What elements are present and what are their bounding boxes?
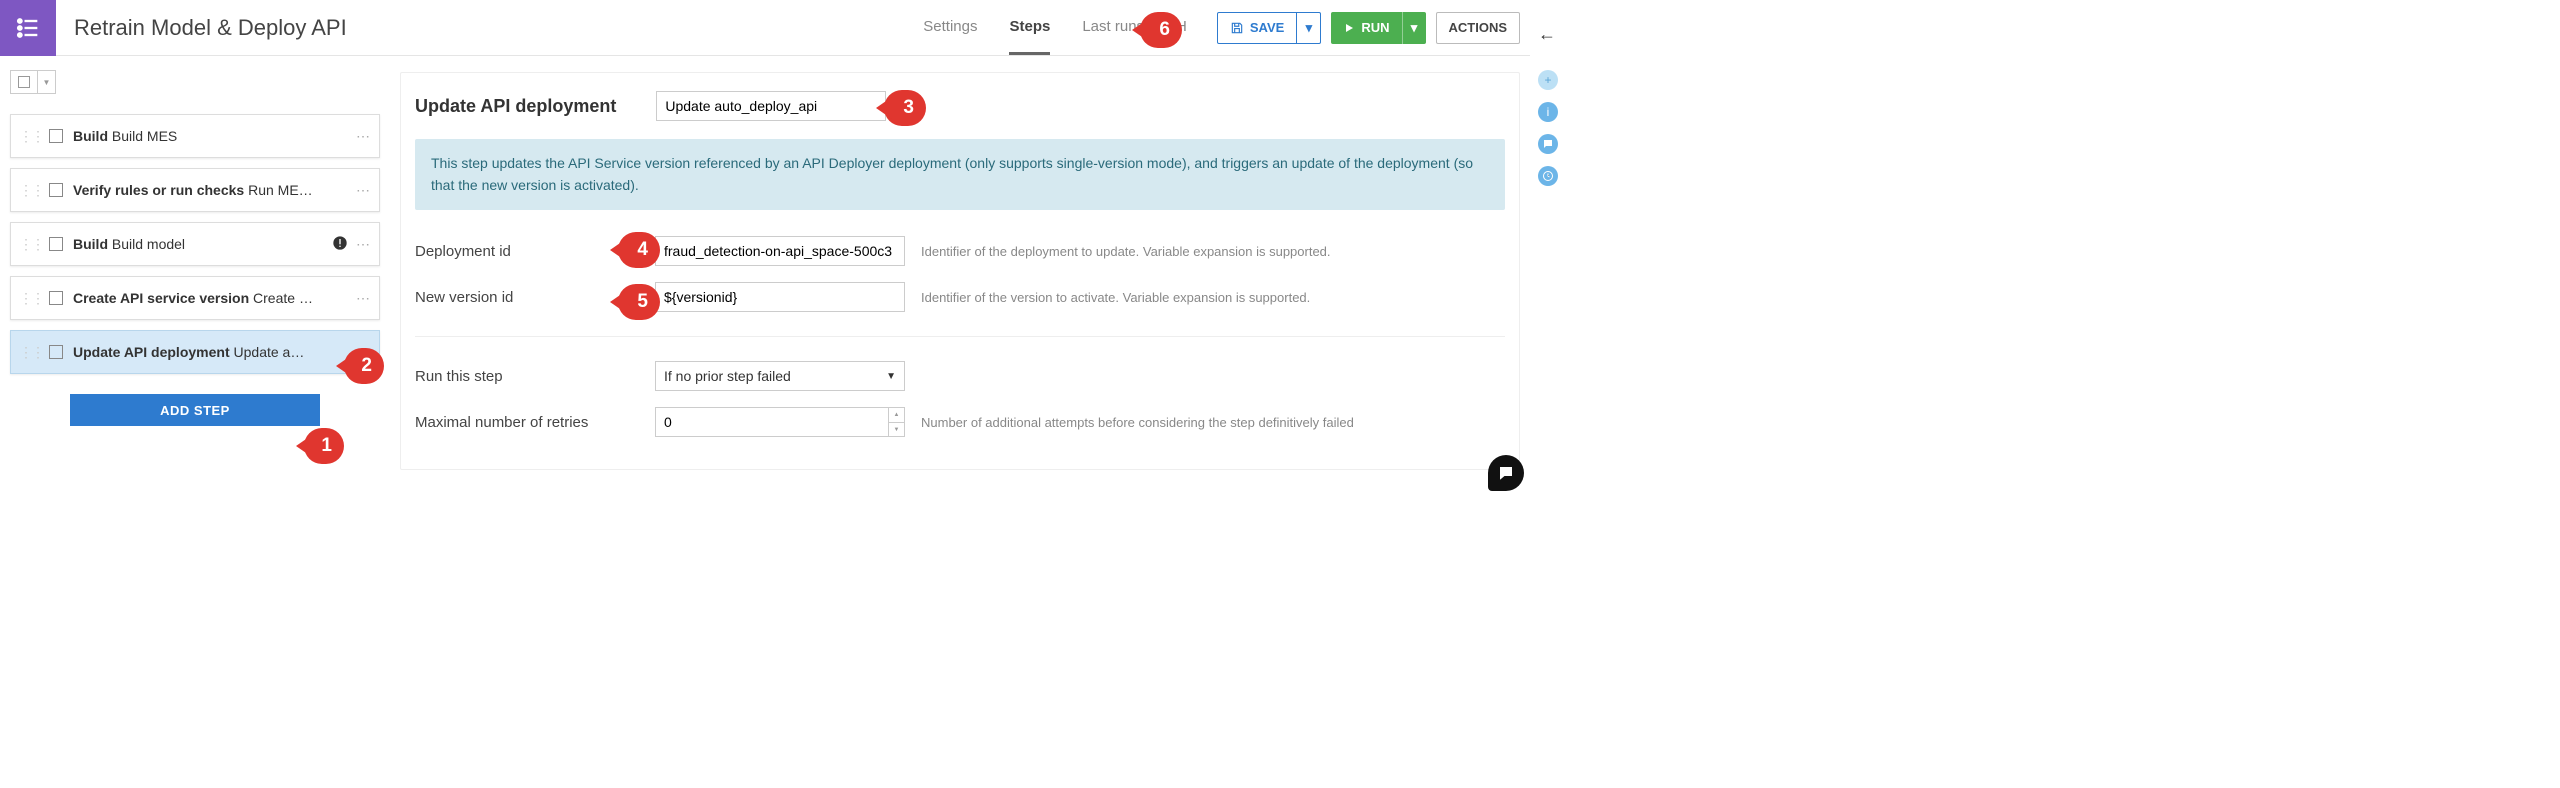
- select-all-dropdown[interactable]: ▼: [38, 70, 56, 94]
- rail-plus-icon[interactable]: +: [1538, 70, 1558, 90]
- deployment-id-help: Identifier of the deployment to update. …: [921, 244, 1331, 259]
- step-detail-panel: Update API deployment This step updates …: [390, 56, 1530, 480]
- back-arrow-icon[interactable]: ←: [1538, 24, 1556, 45]
- run-button[interactable]: RUN: [1331, 12, 1401, 44]
- step-label: Update API deployment Update a…: [73, 344, 356, 360]
- step-more-icon[interactable]: ⋯: [356, 236, 371, 253]
- number-spinner[interactable]: ▲▼: [889, 407, 905, 437]
- select-all-checkbox[interactable]: [10, 70, 38, 94]
- warning-icon: [332, 235, 348, 254]
- new-version-id-label: New version id: [415, 289, 655, 306]
- topbar: Retrain Model & Deploy API Settings Step…: [0, 0, 1530, 56]
- step-more-icon[interactable]: ⋯: [356, 290, 371, 307]
- steps-sidebar: ▼ ⋮⋮ Build Build MES ⋯ ⋮⋮ Verify rules o…: [0, 56, 390, 480]
- step-item-2[interactable]: ⋮⋮ Build Build model ⋯: [10, 222, 380, 266]
- info-banner: This step updates the API Service versio…: [415, 139, 1505, 210]
- step-item-1[interactable]: ⋮⋮ Verify rules or run checks Run ME… ⋯: [10, 168, 380, 212]
- drag-handle-icon[interactable]: ⋮⋮: [19, 182, 43, 199]
- new-version-id-input[interactable]: [655, 282, 905, 312]
- tab-steps[interactable]: Steps: [1009, 0, 1050, 55]
- page-title: Retrain Model & Deploy API: [56, 15, 347, 41]
- drag-handle-icon[interactable]: ⋮⋮: [19, 344, 43, 361]
- rail-history-icon[interactable]: [1538, 166, 1558, 186]
- step-checkbox[interactable]: [49, 291, 63, 305]
- drag-handle-icon[interactable]: ⋮⋮: [19, 128, 43, 145]
- divider: [415, 336, 1505, 337]
- max-retries-label: Maximal number of retries: [415, 414, 655, 431]
- topbar-tabs: Settings Steps Last runs H: [923, 0, 1187, 55]
- deployment-id-input[interactable]: [655, 236, 905, 266]
- step-item-0[interactable]: ⋮⋮ Build Build MES ⋯: [10, 114, 380, 158]
- play-icon: [1343, 22, 1355, 34]
- run-this-step-label: Run this step: [415, 368, 655, 385]
- add-step-button[interactable]: ADD STEP: [70, 394, 320, 426]
- rail-chat-icon[interactable]: [1538, 134, 1558, 154]
- tab-settings[interactable]: Settings: [923, 0, 977, 55]
- step-item-3[interactable]: ⋮⋮ Create API service version Create … ⋯: [10, 276, 380, 320]
- deployment-id-label: Deployment id: [415, 243, 655, 260]
- rail-info-icon[interactable]: i: [1538, 102, 1558, 122]
- max-retries-input[interactable]: [655, 407, 889, 437]
- step-checkbox[interactable]: [49, 345, 63, 359]
- max-retries-help: Number of additional attempts before con…: [921, 415, 1354, 430]
- help-chat-icon[interactable]: [1488, 455, 1524, 491]
- scenario-icon: [0, 0, 56, 56]
- step-item-4[interactable]: ⋮⋮ Update API deployment Update a… ⋯: [10, 330, 380, 374]
- save-icon: [1230, 21, 1244, 35]
- step-more-icon[interactable]: ⋯: [356, 344, 371, 361]
- step-name-input[interactable]: [656, 91, 886, 121]
- actions-button[interactable]: ACTIONS: [1436, 12, 1521, 44]
- detail-title: Update API deployment: [415, 96, 616, 117]
- step-label: Build Build MES: [73, 128, 356, 144]
- new-version-id-help: Identifier of the version to activate. V…: [921, 290, 1310, 305]
- run-dropdown[interactable]: ▾: [1402, 12, 1426, 44]
- right-rail: + i: [1534, 60, 1562, 186]
- step-checkbox[interactable]: [49, 183, 63, 197]
- drag-handle-icon[interactable]: ⋮⋮: [19, 290, 43, 307]
- step-checkbox[interactable]: [49, 237, 63, 251]
- run-this-step-select[interactable]: If no prior step failed ▼: [655, 361, 905, 391]
- drag-handle-icon[interactable]: ⋮⋮: [19, 236, 43, 253]
- step-label: Build Build model: [73, 236, 332, 252]
- save-dropdown[interactable]: ▾: [1297, 12, 1321, 44]
- chevron-down-icon: ▼: [886, 371, 896, 382]
- step-more-icon[interactable]: ⋯: [356, 128, 371, 145]
- step-label: Verify rules or run checks Run ME…: [73, 182, 356, 198]
- step-label: Create API service version Create …: [73, 290, 356, 306]
- step-checkbox[interactable]: [49, 129, 63, 143]
- tab-h[interactable]: H: [1176, 0, 1187, 55]
- step-more-icon[interactable]: ⋯: [356, 182, 371, 199]
- save-button[interactable]: SAVE: [1217, 12, 1297, 44]
- tab-last-runs[interactable]: Last runs: [1082, 0, 1144, 55]
